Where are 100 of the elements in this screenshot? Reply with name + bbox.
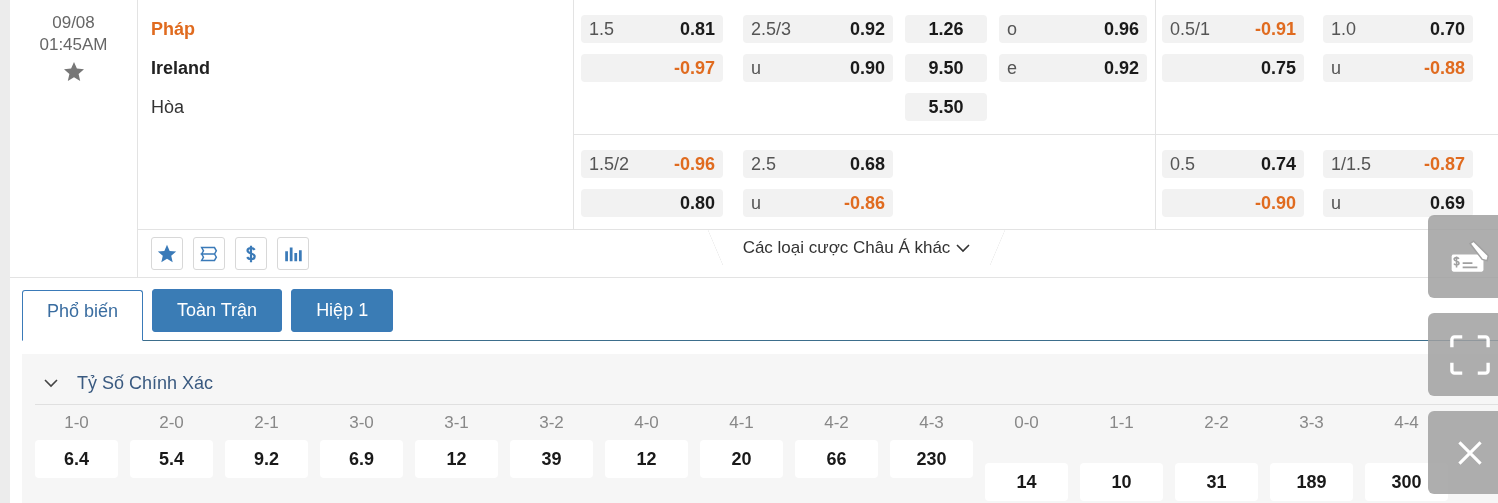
odds-box[interactable]: 2.5/3 0.92 bbox=[743, 15, 893, 43]
team-name: Ireland bbox=[151, 57, 212, 80]
score-odds[interactable]: 12 bbox=[415, 440, 498, 478]
odds-box[interactable]: 1.0 0.70 bbox=[1323, 15, 1473, 43]
odds-value: 0.74 bbox=[1260, 152, 1296, 176]
fullscreen-icon bbox=[1448, 332, 1492, 377]
odds-box[interactable]: 1.26 bbox=[905, 15, 987, 43]
odds-value: 0.69 bbox=[1429, 191, 1465, 215]
team-name: Pháp bbox=[151, 18, 196, 41]
score-odds[interactable]: 39 bbox=[510, 440, 593, 478]
favorite-button[interactable] bbox=[151, 237, 183, 270]
market-tab[interactable]: Hiệp 1 bbox=[291, 289, 394, 332]
odds-line: 1.0 bbox=[1331, 17, 1357, 41]
odds-line: u bbox=[751, 191, 761, 215]
score-label: 4-0 bbox=[634, 413, 659, 434]
market-tab[interactable]: Phổ biến bbox=[22, 290, 144, 341]
odds-box[interactable]: 0.5 0.74 bbox=[1162, 150, 1304, 178]
odds-value: -0.90 bbox=[1254, 191, 1296, 215]
odds-value: -0.88 bbox=[1423, 56, 1465, 80]
score-odds[interactable]: 6.4 bbox=[35, 440, 118, 478]
odds-line: 2.5/3 bbox=[751, 17, 792, 41]
odds-value: 0.96 bbox=[1103, 17, 1139, 41]
odds-value: -0.96 bbox=[673, 152, 715, 176]
score-odds[interactable]: 31 bbox=[1175, 463, 1258, 501]
score-label: 3-3 bbox=[1299, 413, 1324, 434]
odds-box[interactable]: 1/1.5 -0.87 bbox=[1323, 150, 1473, 178]
odds-value: -0.91 bbox=[1254, 17, 1296, 41]
score-label: 4-2 bbox=[824, 413, 849, 434]
odds-line: u bbox=[1331, 56, 1341, 80]
chevron-down-icon bbox=[956, 242, 971, 253]
odds-value: 9.50 bbox=[928, 56, 964, 80]
score-label: 4-4 bbox=[1394, 413, 1419, 434]
odds-box[interactable]: 1.5 0.81 bbox=[581, 15, 723, 43]
score-label: 4-1 bbox=[729, 413, 754, 434]
odds-box[interactable]: u 0.69 bbox=[1323, 189, 1473, 217]
odds-line: 2.5 bbox=[751, 152, 777, 176]
odds-line: 1.5 bbox=[589, 17, 615, 41]
score-label: 3-2 bbox=[539, 413, 564, 434]
odds-value: 5.50 bbox=[928, 95, 964, 119]
odds-box[interactable]: 9.50 bbox=[905, 54, 987, 82]
odds-value: 0.92 bbox=[849, 17, 885, 41]
odds-box[interactable]: 5.50 bbox=[905, 93, 987, 121]
odds-line: 1/1.5 bbox=[1331, 152, 1372, 176]
odds-value: 1.26 bbox=[928, 17, 964, 41]
score-label: 2-1 bbox=[254, 413, 279, 434]
score-odds[interactable]: 14 bbox=[985, 463, 1068, 501]
score-odds[interactable]: 10 bbox=[1080, 463, 1163, 501]
score-label: 1-1 bbox=[1109, 413, 1134, 434]
bet-slip-button[interactable] bbox=[1428, 215, 1498, 298]
more-bets-label: Các loại cược Châu Á khác bbox=[742, 236, 951, 259]
score-label: 1-0 bbox=[64, 413, 89, 434]
section-title: Tỷ Số Chính Xác bbox=[77, 371, 214, 395]
odds-value: 0.80 bbox=[679, 191, 715, 215]
score-label: 4-3 bbox=[919, 413, 944, 434]
score-odds[interactable]: 5.4 bbox=[130, 440, 213, 478]
score-odds[interactable]: 66 bbox=[795, 440, 878, 478]
score-label: 2-0 bbox=[159, 413, 184, 434]
odds-value: -0.97 bbox=[673, 56, 715, 80]
odds-value: -0.87 bbox=[1423, 152, 1465, 176]
list-button[interactable] bbox=[193, 237, 225, 270]
score-odds[interactable]: 230 bbox=[890, 440, 973, 478]
odds-line: o bbox=[1007, 17, 1017, 41]
score-label: 3-0 bbox=[349, 413, 374, 434]
score-odds[interactable]: 12 bbox=[605, 440, 688, 478]
odds-box[interactable]: e 0.92 bbox=[999, 54, 1147, 82]
market-tab[interactable]: Toàn Trận bbox=[152, 289, 283, 332]
odds-value: 0.68 bbox=[849, 152, 885, 176]
odds-line: u bbox=[751, 56, 761, 80]
odds-value: 0.90 bbox=[849, 56, 885, 80]
odds-box[interactable]: 0.5/1 -0.91 bbox=[1162, 15, 1304, 43]
match-date: 09/08 bbox=[51, 12, 96, 34]
odds-value: 0.92 bbox=[1103, 56, 1139, 80]
score-label: 2-2 bbox=[1204, 413, 1229, 434]
match-time: 01:45AM bbox=[38, 34, 109, 56]
score-label: 3-1 bbox=[444, 413, 469, 434]
odds-box[interactable]: 0.75 bbox=[1162, 54, 1304, 82]
odds-line: u bbox=[1331, 191, 1341, 215]
score-odds[interactable]: 189 bbox=[1270, 463, 1353, 501]
odds-box[interactable]: 0.80 bbox=[581, 189, 723, 217]
odds-button[interactable] bbox=[235, 237, 267, 270]
odds-box[interactable]: 2.5 0.68 bbox=[743, 150, 893, 178]
odds-line: e bbox=[1007, 56, 1017, 80]
stats-button[interactable] bbox=[277, 237, 309, 270]
odds-box[interactable]: 1.5/2 -0.96 bbox=[581, 150, 723, 178]
draw-label: Hòa bbox=[151, 96, 186, 119]
odds-value: 0.75 bbox=[1260, 56, 1296, 80]
odds-line: 0.5/1 bbox=[1170, 17, 1211, 41]
odds-value: 0.81 bbox=[679, 17, 715, 41]
odds-box[interactable]: u -0.88 bbox=[1323, 54, 1473, 82]
odds-box[interactable]: u -0.86 bbox=[743, 189, 893, 217]
odds-line: 0.5 bbox=[1170, 152, 1196, 176]
score-odds[interactable]: 6.9 bbox=[320, 440, 403, 478]
score-odds[interactable]: 9.2 bbox=[225, 440, 308, 478]
odds-box[interactable]: o 0.96 bbox=[999, 15, 1147, 43]
odds-line: 1.5/2 bbox=[589, 152, 630, 176]
odds-value: -0.86 bbox=[843, 191, 885, 215]
score-odds[interactable]: 20 bbox=[700, 440, 783, 478]
score-label: 0-0 bbox=[1014, 413, 1039, 434]
odds-value: 0.70 bbox=[1429, 17, 1465, 41]
odds-box[interactable]: u 0.90 bbox=[743, 54, 893, 82]
